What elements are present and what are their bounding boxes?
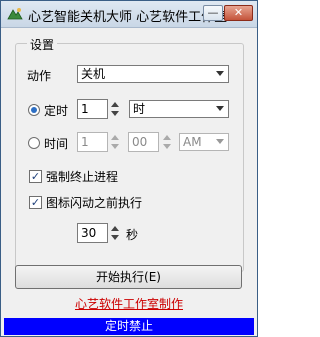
force-kill-label: 强制终止进程	[46, 170, 119, 184]
clock-label: 时间	[44, 137, 69, 151]
spin-down-icon[interactable]	[111, 111, 119, 116]
timer-spinner[interactable]	[110, 99, 119, 119]
spin-up-icon[interactable]	[111, 102, 119, 107]
spin-up-icon[interactable]	[111, 135, 119, 140]
main-window: 心艺智能关机大师 心艺软件工作室 — ✕ 设置 动作 关机 定时 1 时 时间 …	[0, 0, 258, 337]
flash-seconds-spinner[interactable]	[110, 223, 119, 243]
checkmark-icon: ✓	[30, 196, 41, 209]
dropdown-arrow-icon	[216, 139, 224, 144]
window-title: 心艺智能关机大师 心艺软件工作室	[28, 10, 228, 25]
clock-ampm-select[interactable]: AM	[179, 133, 229, 151]
action-label: 动作	[27, 69, 52, 83]
timer-radio[interactable]	[28, 104, 40, 116]
action-select[interactable]: 关机	[77, 65, 229, 83]
clock-radio[interactable]	[28, 137, 40, 149]
checkmark-icon: ✓	[30, 170, 41, 183]
flash-before-checkbox[interactable]: ✓	[29, 196, 42, 209]
spin-down-icon[interactable]	[163, 144, 171, 149]
seconds-unit-label: 秒	[126, 228, 139, 242]
clock-hour-input[interactable]: 1	[77, 132, 108, 152]
settings-group-label: 设置	[27, 36, 58, 53]
title-bar[interactable]: 心艺智能关机大师 心艺软件工作室 — ✕	[1, 1, 257, 28]
close-button[interactable]: ✕	[224, 5, 253, 21]
studio-link[interactable]: 心艺软件工作室制作	[1, 295, 257, 312]
dropdown-arrow-icon	[216, 106, 224, 111]
flash-seconds-input[interactable]: 30	[77, 223, 108, 243]
clock-minute-input[interactable]: 00	[128, 132, 159, 152]
clock-ampm-value: AM	[183, 135, 202, 149]
action-select-value: 关机	[81, 67, 106, 81]
timer-value-input[interactable]: 1	[77, 99, 108, 119]
timer-unit-select[interactable]: 时	[129, 100, 229, 118]
spin-down-icon[interactable]	[111, 235, 119, 240]
timer-unit-value: 时	[133, 102, 146, 116]
force-kill-checkbox[interactable]: ✓	[29, 170, 42, 183]
timer-label: 定时	[44, 104, 69, 118]
spin-up-icon[interactable]	[163, 135, 171, 140]
status-bar: 定时禁止	[4, 318, 254, 335]
dropdown-arrow-icon	[216, 71, 224, 76]
spin-up-icon[interactable]	[111, 226, 119, 231]
clock-hour-spinner[interactable]	[110, 132, 119, 152]
start-button[interactable]: 开始执行(E)	[15, 265, 242, 289]
flash-before-label: 图标闪动之前执行	[46, 196, 143, 210]
clock-minute-spinner[interactable]	[162, 132, 171, 152]
spin-down-icon[interactable]	[111, 144, 119, 149]
app-icon	[7, 8, 23, 20]
minimize-button[interactable]: —	[203, 5, 223, 21]
